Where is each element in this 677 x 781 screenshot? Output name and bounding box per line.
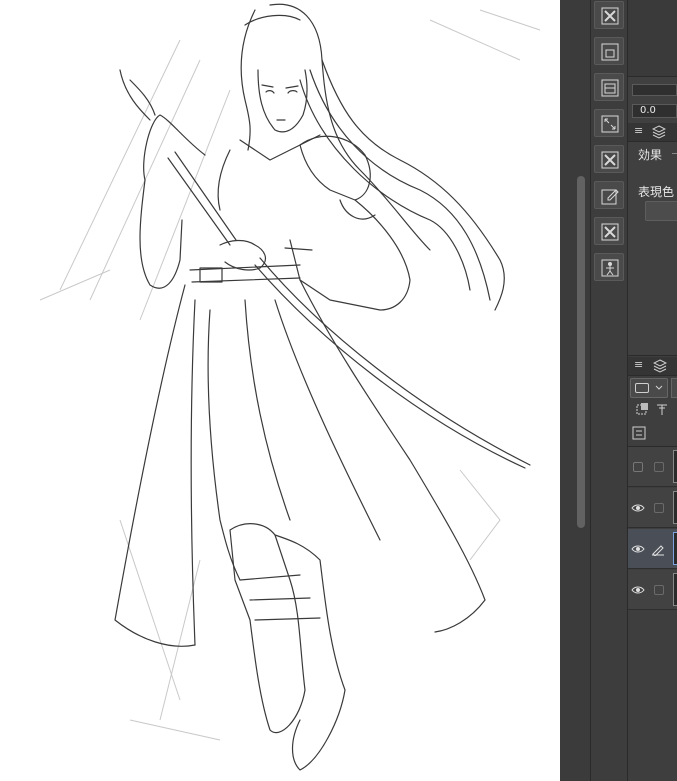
layer-lock-toggle[interactable]	[654, 503, 664, 513]
figure-icon	[601, 259, 619, 277]
reference-layer-icon[interactable]	[655, 402, 669, 416]
value-field[interactable]: 0.0	[632, 104, 677, 118]
edit-square-icon	[601, 189, 619, 205]
layer-thumbnail	[673, 532, 677, 565]
slider-track[interactable]	[632, 84, 677, 96]
expression-color-label: 表現色	[638, 185, 675, 199]
command-button-frame-2[interactable]	[594, 73, 624, 101]
layers-icon[interactable]	[653, 359, 667, 373]
effect-label: 効果	[638, 148, 663, 162]
sketch-artwork	[39, 3, 541, 771]
layer-thumbnail	[673, 573, 677, 606]
layer-row[interactable]	[628, 447, 677, 487]
layer-lock-toggle[interactable]	[654, 462, 664, 472]
clip-layer-icon[interactable]	[636, 402, 650, 416]
square-icon	[635, 383, 649, 393]
visibility-toggle-off[interactable]	[633, 462, 643, 472]
blend-mode-dropdown[interactable]	[630, 378, 668, 398]
scrollbar-thumb[interactable]	[577, 176, 585, 528]
right-panel: 0.0 ≡ 効果 表現色 ≡	[628, 0, 677, 781]
frame-icon	[601, 43, 619, 61]
opacity-field[interactable]	[671, 378, 677, 398]
menu-icon[interactable]: ≡	[634, 124, 643, 137]
x-box-icon	[601, 223, 619, 241]
layer-thumbnail	[673, 450, 677, 483]
command-button-frame-1[interactable]	[594, 37, 624, 65]
expression-color-dropdown[interactable]	[645, 201, 677, 221]
command-button-figure[interactable]	[594, 253, 624, 281]
frame-icon	[601, 79, 619, 97]
layer-lock-toggle[interactable]	[654, 585, 664, 595]
command-button-resize[interactable]	[594, 109, 624, 137]
upper-panel-blank	[628, 0, 677, 77]
property-tabbar: ≡	[628, 123, 677, 142]
eye-icon[interactable]	[631, 503, 645, 513]
chevron-down-icon	[655, 385, 663, 390]
resize-arrows-icon	[601, 115, 619, 133]
layer-row-selected[interactable]	[628, 529, 677, 569]
command-bar	[590, 0, 628, 781]
x-box-icon	[601, 7, 619, 25]
layer-row[interactable]	[628, 488, 677, 528]
command-button-close-2[interactable]	[594, 145, 624, 173]
drawing-canvas[interactable]	[0, 0, 560, 781]
x-box-icon	[601, 151, 619, 169]
layer-tabbar: ≡	[628, 357, 677, 376]
command-button-close-3[interactable]	[594, 217, 624, 245]
command-button-edit[interactable]	[594, 181, 624, 209]
vertical-scrollbar[interactable]	[560, 0, 590, 781]
layer-property-tab-icon[interactable]	[652, 125, 666, 139]
divider	[672, 153, 677, 154]
layer-list-icon[interactable]	[632, 426, 646, 440]
pen-icon	[652, 545, 664, 556]
value-field-text: 0.0	[640, 105, 656, 116]
layer-row[interactable]	[628, 570, 677, 610]
layer-thumbnail	[673, 491, 677, 524]
menu-icon[interactable]: ≡	[634, 358, 643, 371]
command-button-close-1[interactable]	[594, 1, 624, 29]
eye-icon[interactable]	[631, 585, 645, 595]
eye-icon[interactable]	[631, 544, 645, 554]
